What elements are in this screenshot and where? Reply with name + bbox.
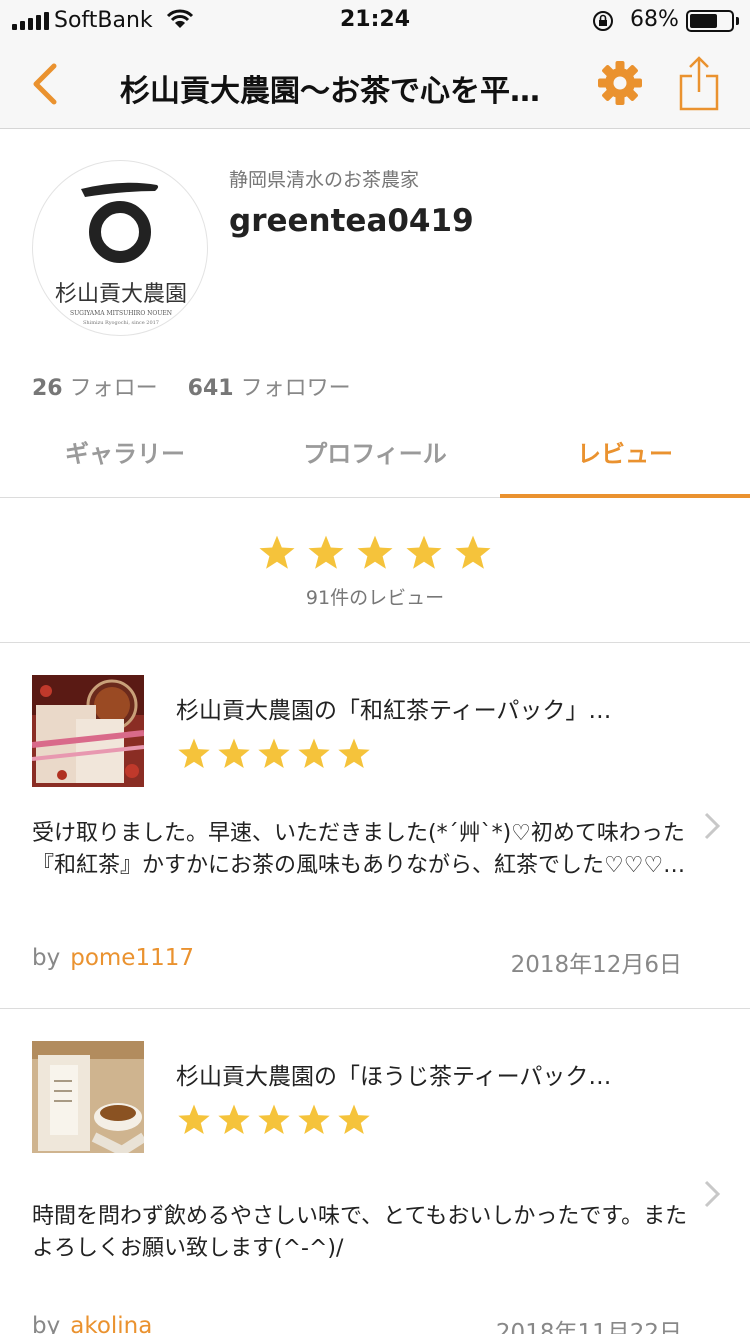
battery-fill xyxy=(690,14,717,28)
follow-counts: 26 フォロー 641 フォロワー xyxy=(32,370,351,402)
star-icon xyxy=(216,1103,252,1137)
review-product-title: 杉山貢大農園の「和紅茶ティーパック」… xyxy=(176,698,612,724)
review-item[interactable]: 杉山貢大農園の「ほうじ茶ティーパック… 時間を問わず飲めるやさしい味で、とてもお… xyxy=(0,1009,750,1334)
rating-summary: 91件のレビュー xyxy=(0,498,750,643)
battery-percent: 68% xyxy=(630,7,679,32)
star-icon xyxy=(256,1103,292,1137)
tab-reviews[interactable]: レビュー xyxy=(500,418,750,498)
by-label: by xyxy=(32,1313,61,1334)
back-chevron-icon[interactable] xyxy=(26,62,66,106)
follow-link[interactable]: 26 フォロー xyxy=(32,376,158,401)
star-icon xyxy=(216,737,252,771)
follow-count: 26 xyxy=(32,376,63,401)
review-body: 時間を問わず飲めるやさしい味で、とてもおいしかったです。またよろしくお願い致しま… xyxy=(32,1204,688,1261)
star-icon xyxy=(306,534,346,572)
review-product-title: 杉山貢大農園の「ほうじ茶ティーパック… xyxy=(176,1064,612,1090)
star-icon xyxy=(176,737,212,771)
tab-gallery[interactable]: ギャラリー xyxy=(0,418,250,497)
share-icon[interactable] xyxy=(677,56,721,112)
chevron-right-icon[interactable] xyxy=(702,811,722,841)
star-icon xyxy=(355,534,395,572)
review-body: 受け取りました。早速、いただきました(*´艸`*)♡初めて味わった『和紅茶』かす… xyxy=(32,821,686,878)
review-author: by akolina xyxy=(32,1313,152,1334)
review-date: 2018年12月6日 xyxy=(510,952,682,978)
battery-icon xyxy=(686,10,734,32)
rotation-lock-icon xyxy=(591,9,615,37)
review-count[interactable]: 91件のレビュー xyxy=(0,583,750,610)
star-icon xyxy=(336,737,372,771)
battery-cap xyxy=(736,17,739,25)
status-bar: SoftBank 21:24 68% xyxy=(0,0,750,40)
review-star-rating xyxy=(176,1103,372,1137)
product-thumbnail xyxy=(32,1041,144,1153)
star-icon xyxy=(256,737,292,771)
profile-description: 静岡県清水のお茶農家 xyxy=(229,169,420,191)
nav-bar: 杉山貢大農園〜お茶で心を平… xyxy=(0,40,750,129)
review-author: by pome1117 xyxy=(32,945,194,971)
follower-count: 641 xyxy=(187,376,234,401)
farm-logo: 杉山貢大農園 SUGIYAMA MITSUHIRO NOUEN Shimizu … xyxy=(55,182,187,326)
review-star-rating xyxy=(176,737,372,771)
review-item[interactable]: 杉山貢大農園の「和紅茶ティーパック」… 受け取りました。早速、いただきました(*… xyxy=(0,643,750,1009)
gear-icon[interactable] xyxy=(597,60,643,106)
star-icon xyxy=(453,534,493,572)
profile-username: greentea0419 xyxy=(229,203,474,239)
svg-text:Shimizu Ryogochi, since 2017: Shimizu Ryogochi, since 2017 xyxy=(83,320,159,326)
avatar: 杉山貢大農園 SUGIYAMA MITSUHIRO NOUEN Shimizu … xyxy=(32,160,208,336)
star-icon xyxy=(296,1103,332,1137)
svg-text:杉山貢大農園: 杉山貢大農園 xyxy=(55,282,187,307)
star-icon xyxy=(176,1103,212,1137)
author-link[interactable]: akolina xyxy=(70,1313,152,1334)
by-label: by xyxy=(32,945,61,971)
summary-star-rating xyxy=(257,534,493,572)
follow-label: フォロー xyxy=(69,376,158,401)
review-date: 2018年11月22日 xyxy=(495,1320,682,1334)
tab-profile[interactable]: プロフィール xyxy=(250,418,500,497)
page-title: 杉山貢大農園〜お茶で心を平… xyxy=(120,74,540,109)
profile-tabs: ギャラリー プロフィール レビュー xyxy=(0,418,750,498)
author-link[interactable]: pome1117 xyxy=(70,945,194,971)
svg-text:SUGIYAMA MITSUHIRO NOUEN: SUGIYAMA MITSUHIRO NOUEN xyxy=(70,310,172,317)
star-icon xyxy=(296,737,332,771)
product-thumbnail xyxy=(32,675,144,787)
star-icon xyxy=(257,534,297,572)
chevron-right-icon[interactable] xyxy=(702,1179,722,1209)
follower-label: フォロワー xyxy=(240,376,351,401)
follower-link[interactable]: 641 フォロワー xyxy=(188,376,351,401)
star-icon xyxy=(336,1103,372,1137)
star-icon xyxy=(404,534,444,572)
